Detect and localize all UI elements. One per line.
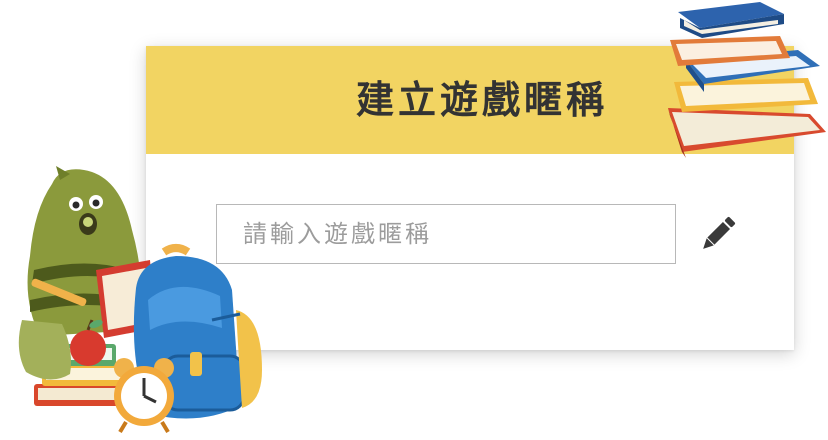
pencil-icon <box>703 216 736 249</box>
edit-nickname-button[interactable] <box>696 212 740 256</box>
book-yellow <box>674 78 818 112</box>
mascot-with-backpack-and-alarm-clock <box>18 166 262 434</box>
alarm-clock-icon <box>114 358 174 434</box>
book-bottom <box>668 108 826 158</box>
nickname-input[interactable] <box>216 204 676 264</box>
nickname-dialog-scene: 建立遊戲暱稱 <box>0 0 828 440</box>
book-top <box>678 2 784 38</box>
book-stack-illustration <box>668 2 826 158</box>
